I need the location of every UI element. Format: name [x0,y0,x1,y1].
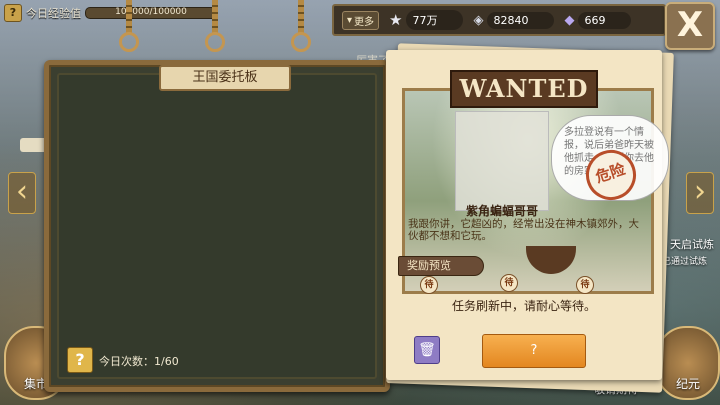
chevron-down-icon: ▾ [347,14,353,26]
board-title: 王国委托板 [159,65,291,91]
exp-icon: ? [4,4,22,22]
reward-badge-1[interactable]: 待 [420,276,438,294]
more-label: 更多 [354,16,375,28]
monster-name: 紫角蝙蝠哥哥 [466,204,539,218]
gems-value: 669 [578,11,632,29]
gem-icon: ◆ [564,12,575,28]
chain-mid [212,0,218,34]
ring-mid [205,32,225,52]
exp-value: 100000/100000 [115,7,187,17]
currency-stars: ★ 77万 [389,10,464,30]
exp-bar: 100000/100000 [85,7,217,19]
era-button[interactable]: 纪元 [656,326,720,400]
help-button[interactable]: ? [67,347,93,373]
trial-subtitle: 已通过试炼 [662,257,708,267]
arrow-right-icon[interactable]: › [686,172,714,214]
accept-button[interactable]: ? [482,334,586,368]
currency-bar: ▾ 更多 ★ 77万 ◈ 82840 ◆ 669 [332,4,666,36]
reward-badge-2[interactable]: 待 [500,274,518,292]
more-button[interactable]: ▾ 更多 [342,10,380,30]
chain-right [298,0,304,34]
close-button[interactable]: X [665,2,715,50]
shells-value: 82840 [487,11,555,29]
currency-gems: ◆ 669 [564,11,632,29]
exp-label: 今日经验值 [26,7,81,20]
stars-value: 77万 [406,10,464,30]
star-icon: ★ [389,11,403,29]
arrow-left-icon[interactable]: ‹ [8,172,36,214]
wanted-poster[interactable]: 多拉登说有一个情报，说后弟爸昨天被他抓走，需要你去他的房家里去。 WANTED … [386,50,669,380]
currency-shells: ◈ 82840 [473,11,555,29]
reward-preview-tag[interactable]: 奖励预览 [398,256,484,276]
daily-count: 今日次数：1/60 [99,355,179,368]
wanted-title: WANTED [450,70,598,108]
board-surface [57,73,377,379]
shell-icon: ◈ [473,12,484,28]
commission-board: 王国委托板 ? 今日次数：1/60 [44,60,390,392]
chain-left [126,0,132,34]
monster-description: 我跟你讲，它超凶的，经常出没在神木镇郊外，大伙都不想和它玩。 [408,218,639,242]
exp-meter: ? 今日经验值 100000/100000 [4,4,217,22]
ring-left [119,32,139,52]
trial-title[interactable]: 天启试炼 [670,236,714,252]
refresh-notice: 任务刷新中，请耐心等待。 [451,299,596,313]
monster-image [455,111,549,211]
trash-icon[interactable]: 🗑 [414,336,440,364]
ring-right [291,32,311,52]
reward-badge-3[interactable]: 待 [576,276,594,294]
era-label: 纪元 [675,377,700,391]
